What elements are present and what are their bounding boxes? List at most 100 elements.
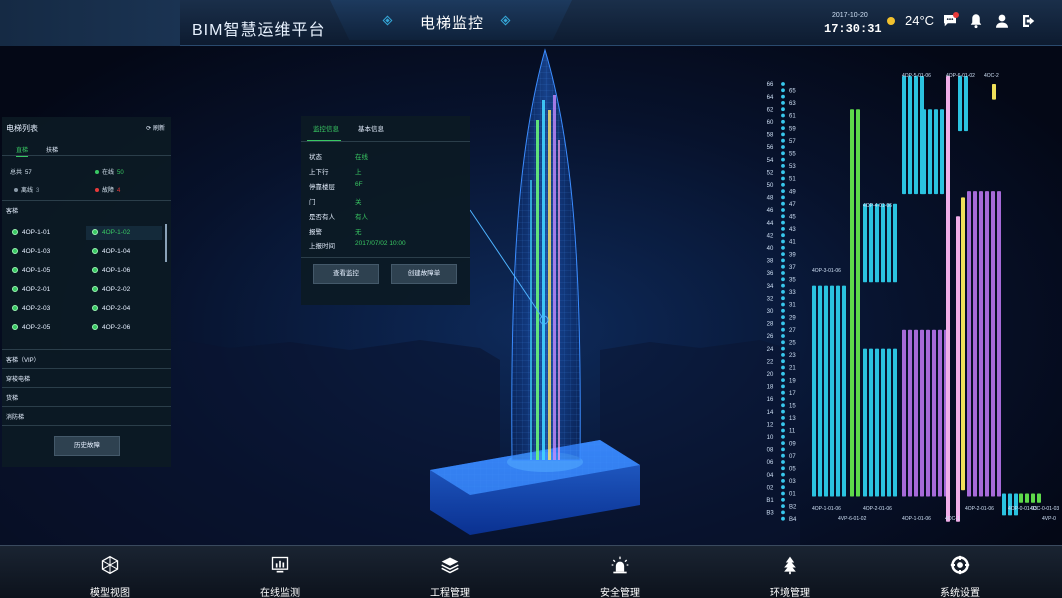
nav-environment-manage[interactable]: 环境管理 [705, 546, 875, 598]
floor-label: 01 [789, 492, 796, 498]
floor-dot [781, 302, 785, 307]
elevator-item[interactable]: 4OP-1-04 [92, 245, 130, 259]
floor-label: B1 [766, 498, 774, 504]
offline-dot [14, 188, 18, 193]
nav-model-view[interactable]: 模型视图 [25, 546, 195, 598]
nav-project-manage[interactable]: 工程管理 [365, 546, 535, 598]
nav-label: 在线监测 [260, 588, 300, 598]
floor-label: 57 [789, 139, 796, 145]
elevator-item[interactable]: 4OP-2-04 [92, 302, 130, 316]
status-dot [12, 229, 18, 236]
elevator-item[interactable]: 4OP-2-01 [12, 283, 50, 297]
shaft-group-label: 4OP-4-01-06 [863, 203, 892, 209]
shaft-bar [946, 76, 950, 522]
floor-dot [781, 182, 785, 187]
elevator-id: 4OP-1-06 [102, 267, 131, 274]
tab-escalator[interactable]: 扶梯 [46, 145, 58, 154]
shaft-bar [869, 203, 873, 283]
floor-label: 58 [767, 133, 774, 139]
shaft-bar [1014, 493, 1018, 516]
online-dot [95, 170, 99, 175]
shaft-bar [961, 197, 965, 491]
floor-dot [781, 82, 785, 86]
floor-label: 55 [789, 152, 796, 158]
floor-dot [781, 504, 785, 508]
refresh-label: 刷新 [152, 126, 165, 132]
floor-dot [781, 283, 785, 288]
elevator-item[interactable]: 4OP-1-01 [12, 226, 50, 240]
elevator-item[interactable]: 4OP-1-06 [92, 264, 130, 278]
elevator-item-selected[interactable]: 4OP-1-02 [86, 226, 162, 240]
temperature: 24°C [905, 13, 935, 28]
tab-vertical-elevator[interactable]: 直梯 [16, 145, 29, 157]
floor-dot [781, 384, 785, 389]
elevator-item[interactable]: 4OP-1-03 [12, 245, 50, 259]
floor-label: 54 [767, 158, 774, 164]
group-freight[interactable]: 货梯 [2, 387, 171, 403]
group-fire[interactable]: 消防梯 [2, 406, 171, 422]
floor-label: 14 [767, 410, 774, 416]
nav-label: 工程管理 [430, 588, 470, 598]
floor-label: 27 [789, 328, 796, 334]
stat-fault-value: 4 [117, 188, 121, 194]
floor-label: 20 [767, 372, 774, 378]
elevator-item[interactable]: 4OP-2-02 [92, 283, 130, 297]
user-icon[interactable] [993, 12, 1011, 30]
floor-dot [781, 510, 785, 515]
floor-label: 25 [789, 341, 796, 347]
list-scrollbar[interactable] [165, 224, 167, 262]
field-label: 是否有人 [309, 214, 335, 221]
layers-icon [441, 557, 459, 574]
floor-label: 18 [767, 385, 774, 391]
floor-label: 52 [767, 170, 774, 176]
elevator-item[interactable]: 4OP-1-05 [12, 264, 50, 278]
elevator-id: 4OP-2-02 [102, 286, 131, 293]
floor-label: 34 [767, 284, 774, 290]
floor-label: 61 [789, 114, 796, 120]
tab-basic-info[interactable]: 基本信息 [358, 123, 384, 133]
logout-icon[interactable] [1020, 12, 1038, 30]
tree-icon [784, 556, 796, 575]
floor-dot [781, 497, 785, 502]
create-fault-ticket-button[interactable]: 创建故障单 [391, 264, 457, 284]
floor-dot [781, 315, 785, 319]
nav-label: 安全管理 [600, 588, 640, 598]
floor-dot [781, 397, 785, 401]
floor-dot [781, 353, 785, 357]
refresh-button[interactable]: ⟳ 刷新 [146, 123, 165, 132]
view-monitor-button[interactable]: 查看监控 [313, 264, 379, 284]
floor-dot [781, 233, 785, 238]
nav-safety-manage[interactable]: 安全管理 [535, 546, 705, 598]
stat-online-value: 50 [117, 170, 124, 176]
shaft-bar [992, 84, 996, 100]
shaft-bar [875, 348, 879, 497]
tab-monitor-info[interactable]: 监控信息 [313, 123, 339, 133]
history-fault-button[interactable]: 历史故障 [54, 436, 120, 456]
elevator-item[interactable]: 4OP-2-03 [12, 302, 50, 316]
shaft-bar [881, 203, 885, 283]
bell-icon[interactable] [967, 12, 985, 30]
elevator-item[interactable]: 4OP-2-06 [92, 321, 130, 335]
shaft-bar [830, 285, 834, 497]
group-passenger[interactable]: 客梯 [2, 200, 171, 216]
shaft-bar [964, 76, 968, 132]
group-shuttle[interactable]: 穿梭电梯 [2, 368, 171, 384]
nav-system-settings[interactable]: 系统设置 [875, 546, 1045, 598]
field-value: 上 [355, 169, 362, 176]
floor-label: 28 [767, 322, 774, 328]
shaft-bar [818, 285, 822, 497]
floor-dot [781, 126, 785, 130]
elevator-item[interactable]: 4OP-2-05 [12, 321, 50, 335]
floor-dot [781, 227, 785, 231]
group-vip[interactable]: 客梯（VIP） [2, 349, 171, 365]
shaft-bar [967, 191, 971, 497]
shaft-bar [922, 109, 926, 195]
divider [2, 425, 171, 426]
floor-dot [781, 334, 785, 338]
floor-dot [781, 195, 785, 200]
floor-dot [781, 277, 785, 282]
date-display: 2017-10-20 [832, 12, 868, 19]
stat-total-value: 57 [25, 170, 32, 176]
floor-label: B3 [766, 511, 774, 517]
nav-online-monitor[interactable]: 在线监测 [195, 546, 365, 598]
